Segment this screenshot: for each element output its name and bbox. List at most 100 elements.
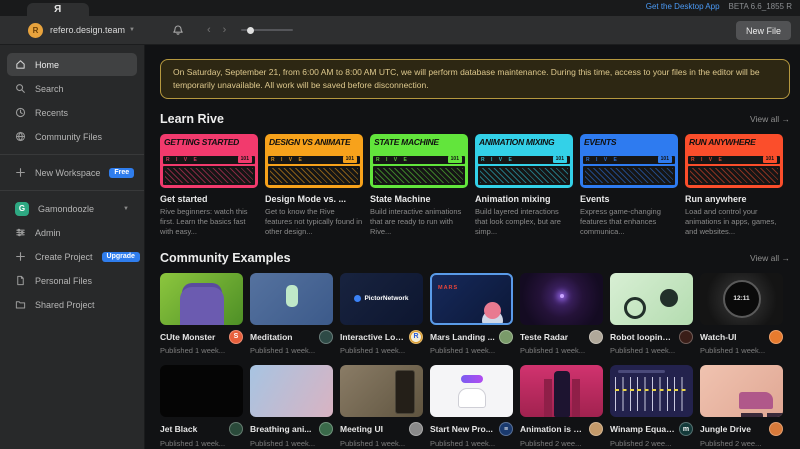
published-label: Published 1 week... xyxy=(700,346,783,355)
thumbnail[interactable] xyxy=(610,365,693,417)
author-avatar[interactable]: m xyxy=(679,422,693,436)
learn-card-art xyxy=(583,166,675,185)
community-item-watch-ui: 12:11 Watch-UI Published 1 week... xyxy=(700,273,783,356)
learn-card-art xyxy=(373,166,465,185)
learn-card-title: Events xyxy=(580,194,678,204)
new-file-button[interactable]: New File xyxy=(736,21,791,40)
community-item-title: Robot looping ... xyxy=(610,332,675,342)
thumbnail[interactable] xyxy=(700,365,783,417)
published-label: Published 1 week... xyxy=(160,439,243,448)
learn-card-description: Load and control your animations in apps… xyxy=(685,207,783,238)
thumbnail[interactable] xyxy=(340,365,423,417)
thumbnail[interactable] xyxy=(250,273,333,325)
author-avatar[interactable] xyxy=(589,422,603,436)
team-selector[interactable]: refero.design.team xyxy=(50,25,125,35)
learn-card-description: Build interactive animations that are re… xyxy=(370,207,468,238)
back-arrow[interactable]: ‹ xyxy=(207,25,211,36)
learn-card-strip: R I V E101 xyxy=(268,156,360,164)
sidebar-workspace-selector[interactable]: G Gamondoozle ▼ xyxy=(7,197,137,220)
published-label: Published 1 week... xyxy=(160,346,243,355)
view-all-link[interactable]: View all → xyxy=(750,114,790,124)
learn-card-art xyxy=(163,166,255,185)
notifications-bell-icon[interactable] xyxy=(172,24,184,36)
thumbnail[interactable]: MARS xyxy=(430,273,513,325)
community-row-2: Jet Black Published 1 week... Breathing … xyxy=(160,365,790,448)
community-item-title: Meditation xyxy=(250,332,315,342)
learn-card-events[interactable]: Events R I V E101 Events Express game-ch… xyxy=(580,134,678,238)
author-avatar[interactable] xyxy=(679,330,693,344)
author-avatar[interactable]: R xyxy=(409,330,423,344)
sidebar-item-personal-files[interactable]: Personal Files xyxy=(7,269,137,292)
community-item-title: Meeting UI xyxy=(340,424,405,434)
learn-card-animation-mixing[interactable]: Animation Mixing R I V E101 Animation mi… xyxy=(475,134,573,238)
sidebar-item-recents[interactable]: Recents xyxy=(7,101,137,124)
sidebar-item-shared-project[interactable]: Shared Project xyxy=(7,293,137,316)
zoom-slider[interactable] xyxy=(241,29,293,31)
author-avatar[interactable]: S xyxy=(229,330,243,344)
community-item-meditation: Meditation Published 1 week... xyxy=(250,273,333,356)
sidebar-item-new-workspace[interactable]: New Workspace Free xyxy=(7,161,137,184)
author-avatar[interactable]: ≡ xyxy=(499,422,513,436)
thumbnail[interactable] xyxy=(430,365,513,417)
author-avatar[interactable] xyxy=(409,422,423,436)
window-top-strip: R Get the Desktop App BETA 6.6_1855 R xyxy=(0,0,800,16)
learn-card-cover: Events R I V E101 xyxy=(580,134,678,188)
workspace-avatar: G xyxy=(15,202,29,216)
sidebar-item-admin[interactable]: Admin xyxy=(7,221,137,244)
file-icon xyxy=(15,275,26,286)
user-avatar[interactable]: R xyxy=(28,23,43,38)
learn-card-cover: Design vs Animate R I V E101 xyxy=(265,134,363,188)
learn-card-getting-started[interactable]: Getting Started R I V E101 Get started R… xyxy=(160,134,258,238)
plus-icon xyxy=(15,251,26,262)
maintenance-banner: On Saturday, September 21, from 6:00 AM … xyxy=(160,59,790,99)
sidebar-item-label: New Workspace xyxy=(35,168,100,178)
learn-card-strip: R I V E101 xyxy=(163,156,255,164)
author-avatar[interactable] xyxy=(319,422,333,436)
thumbnail[interactable] xyxy=(520,273,603,325)
thumbnail[interactable] xyxy=(160,273,243,325)
app-tab[interactable]: R xyxy=(27,3,89,16)
sidebar-item-home[interactable]: Home xyxy=(7,53,137,76)
thumbnail[interactable] xyxy=(610,273,693,325)
view-all-link[interactable]: View all → xyxy=(750,253,790,263)
sidebar-item-create-project[interactable]: Create Project Upgrade xyxy=(7,245,137,268)
zoom-slider-knob[interactable] xyxy=(247,27,254,34)
sidebar-item-search[interactable]: Search xyxy=(7,77,137,100)
thumbnail[interactable] xyxy=(160,365,243,417)
learn-card-state-machine[interactable]: State Machine R I V E101 State Machine B… xyxy=(370,134,468,238)
learn-card-description: Get to know the Rive features not typica… xyxy=(265,207,363,238)
author-avatar[interactable] xyxy=(769,330,783,344)
community-item-animation-is-a: Animation is a... Published 2 wee... xyxy=(520,365,603,448)
community-row-1: CUte MonsterS Published 1 week... Medita… xyxy=(160,273,790,356)
learn-card-cover: Run Anywhere R I V E101 xyxy=(685,134,783,188)
thumbnail[interactable] xyxy=(250,365,333,417)
thumbnail[interactable]: PictorNetwork xyxy=(340,273,423,325)
learn-card-description: Build layered interactions that look com… xyxy=(475,207,573,238)
workspace-name: Gamondoozle xyxy=(38,204,94,214)
divider xyxy=(0,154,144,155)
author-avatar[interactable] xyxy=(229,422,243,436)
learn-card-banner-title: Events xyxy=(583,137,675,154)
get-desktop-app-link[interactable]: Get the Desktop App xyxy=(646,2,720,11)
community-item-title: Jungle Drive xyxy=(700,424,765,434)
thumbnail[interactable] xyxy=(520,365,603,417)
author-avatar[interactable] xyxy=(499,330,513,344)
author-avatar[interactable] xyxy=(769,422,783,436)
section-title-community-examples: Community Examples xyxy=(160,251,291,265)
published-label: Published 2 wee... xyxy=(610,439,693,448)
community-item-title: Animation is a... xyxy=(520,424,585,434)
divider xyxy=(0,190,144,191)
learn-card-strip: R I V E101 xyxy=(688,156,780,164)
learn-card-design-vs-animate[interactable]: Design vs Animate R I V E101 Design Mode… xyxy=(265,134,363,238)
learn-card-run-anywhere[interactable]: Run Anywhere R I V E101 Run anywhere Loa… xyxy=(685,134,783,238)
sidebar-item-community-files[interactable]: Community Files xyxy=(7,125,137,148)
forward-arrow[interactable]: › xyxy=(223,25,227,36)
learn-card-title: Animation mixing xyxy=(475,194,573,204)
learn-card-banner-title: Getting Started xyxy=(163,137,255,154)
thumbnail[interactable]: 12:11 xyxy=(700,273,783,325)
learn-card-banner-title: Run Anywhere xyxy=(688,137,780,154)
community-item-robot-looping: Robot looping ... Published 1 week... xyxy=(610,273,693,356)
author-avatar[interactable] xyxy=(319,330,333,344)
sidebar-item-label: Create Project xyxy=(35,252,93,262)
author-avatar[interactable] xyxy=(589,330,603,344)
